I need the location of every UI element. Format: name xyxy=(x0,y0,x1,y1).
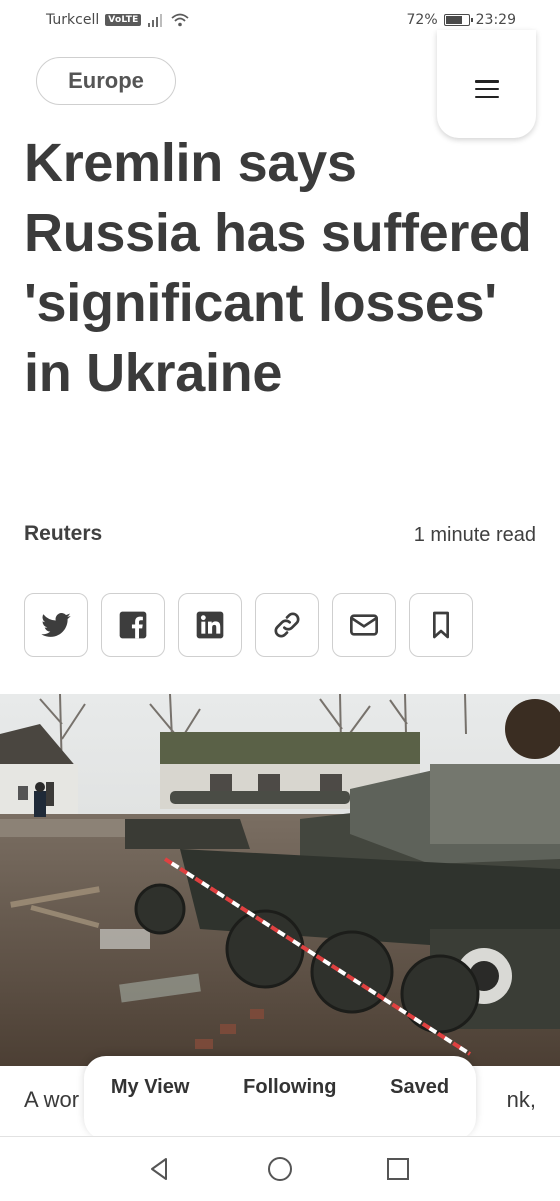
article-headline: Kremlin says Russia has suffered 'signif… xyxy=(24,133,532,403)
section-pill-europe[interactable]: Europe xyxy=(36,57,176,105)
recents-button[interactable] xyxy=(382,1153,414,1185)
wifi-icon xyxy=(171,13,190,27)
facebook-icon xyxy=(119,611,147,639)
article-snippet-right: nk, xyxy=(506,1087,536,1112)
linkedin-icon xyxy=(196,611,224,639)
email-icon xyxy=(350,614,378,636)
twitter-icon xyxy=(41,613,71,637)
home-button[interactable] xyxy=(264,1153,296,1185)
tab-following[interactable]: Following xyxy=(243,1076,336,1099)
read-time: 1 minute read xyxy=(413,524,536,546)
tab-saved[interactable]: Saved xyxy=(390,1076,449,1099)
status-right: 72% 23:29 xyxy=(407,12,516,28)
recents-icon xyxy=(387,1158,409,1180)
share-facebook-button[interactable] xyxy=(101,593,165,657)
copy-link-button[interactable] xyxy=(255,593,319,657)
share-bar xyxy=(24,593,473,657)
menu-button[interactable] xyxy=(437,30,536,138)
clock: 23:29 xyxy=(475,12,516,28)
bottom-tab-bar: My View Following Saved xyxy=(84,1056,476,1140)
article-photo[interactable] xyxy=(0,694,560,1066)
article-source[interactable]: Reuters xyxy=(24,522,102,546)
battery-percent: 72% xyxy=(406,12,438,28)
back-icon xyxy=(151,1158,167,1180)
share-email-button[interactable] xyxy=(332,593,396,657)
share-twitter-button[interactable] xyxy=(24,593,88,657)
system-nav-bar xyxy=(0,1136,560,1201)
home-icon xyxy=(268,1157,292,1181)
share-linkedin-button[interactable] xyxy=(178,593,242,657)
signal-icon xyxy=(148,14,163,27)
bookmark-button[interactable] xyxy=(409,593,473,657)
tab-my-view[interactable]: My View xyxy=(111,1076,190,1099)
destroyed-tank-photo xyxy=(0,694,560,1066)
back-button[interactable] xyxy=(144,1153,176,1185)
link-icon xyxy=(274,612,300,638)
byline: Reuters 1 minute read xyxy=(24,522,536,552)
volte-badge: VoLTE xyxy=(105,14,142,26)
battery-icon xyxy=(443,14,473,26)
bookmark-icon xyxy=(433,611,449,639)
carrier-name: Turkcell xyxy=(46,12,100,28)
status-left: Turkcell VoLTE xyxy=(46,12,190,28)
hamburger-menu-icon xyxy=(474,80,499,98)
